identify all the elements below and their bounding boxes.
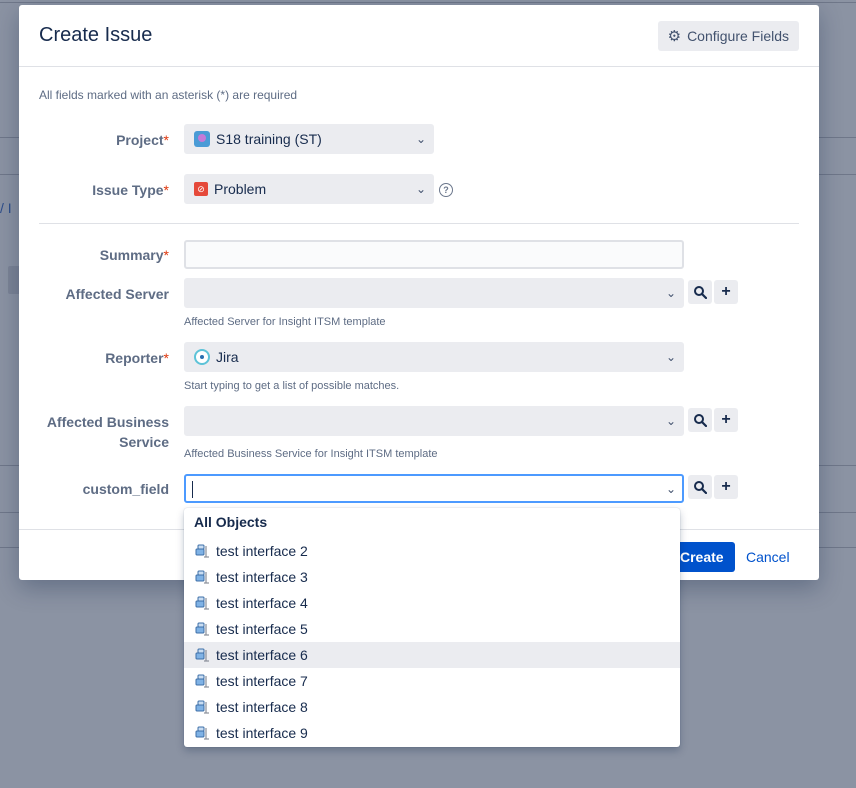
problem-issue-type-icon: ⊘ bbox=[194, 182, 208, 196]
affected-server-add-button[interactable]: + bbox=[714, 280, 738, 304]
dropdown-option-label: test interface 5 bbox=[216, 621, 308, 637]
custom-field-input[interactable]: ⌄ bbox=[184, 474, 684, 503]
dropdown-option[interactable]: test interface 4 bbox=[184, 590, 680, 616]
dialog-title: Create Issue bbox=[39, 24, 153, 46]
user-avatar-icon bbox=[194, 349, 210, 365]
required-note: All fields marked with an asterisk (*) a… bbox=[39, 88, 298, 102]
project-avatar-icon bbox=[194, 131, 210, 147]
dropdown-option-label: test interface 2 bbox=[216, 543, 308, 559]
dropdown-option-label: test interface 4 bbox=[216, 595, 308, 611]
affected-business-service-select[interactable]: ⌄ bbox=[184, 406, 684, 436]
insight-object-icon bbox=[195, 570, 209, 584]
chevron-down-icon: ⌄ bbox=[665, 286, 676, 300]
reporter-label: Reporter* bbox=[105, 350, 169, 366]
issue-type-value: Problem bbox=[214, 181, 267, 197]
issue-type-label: Issue Type* bbox=[92, 182, 169, 198]
bg-divider bbox=[0, 2, 856, 3]
help-icon[interactable]: ? bbox=[439, 183, 453, 197]
summary-input[interactable] bbox=[184, 240, 684, 269]
dropdown-option-label: test interface 8 bbox=[216, 699, 308, 715]
text-caret bbox=[192, 481, 193, 498]
dropdown-option-label: test interface 3 bbox=[216, 569, 308, 585]
insight-object-icon bbox=[195, 544, 209, 558]
dropdown-option[interactable]: test interface 2 bbox=[184, 538, 680, 564]
dropdown-option[interactable]: test interface 7 bbox=[184, 668, 680, 694]
affected-server-label: Affected Server bbox=[65, 286, 170, 302]
affected-server-select[interactable]: ⌄ bbox=[184, 278, 684, 308]
dropdown-option-label: test interface 7 bbox=[216, 673, 308, 689]
reporter-select[interactable]: Jira ⌄ bbox=[184, 342, 684, 372]
dropdown-heading: All Objects bbox=[194, 514, 268, 530]
dropdown-option[interactable]: test interface 3 bbox=[184, 564, 680, 590]
configure-fields-button[interactable]: ⚙ Configure Fields bbox=[657, 20, 799, 51]
dropdown-option-label: test interface 6 bbox=[216, 647, 308, 663]
dropdown-option-label: test interface 9 bbox=[216, 725, 308, 741]
gear-icon: ⚙ bbox=[667, 27, 682, 45]
affected-business-service-search-button[interactable] bbox=[688, 408, 712, 432]
insight-object-icon bbox=[195, 700, 209, 714]
custom-field-label: custom_field bbox=[82, 481, 169, 497]
chevron-down-icon: ⌄ bbox=[415, 182, 426, 196]
affected-business-service-label: Affected Business Service bbox=[46, 414, 169, 450]
dialog-header: Create Issue ⚙ Configure Fields bbox=[19, 5, 819, 67]
project-label: Project* bbox=[116, 132, 169, 148]
dropdown-option[interactable]: test interface 8 bbox=[184, 694, 680, 720]
project-value: S18 training (ST) bbox=[216, 131, 322, 147]
insight-object-icon bbox=[195, 726, 209, 740]
project-select[interactable]: S18 training (ST) ⌄ bbox=[184, 124, 434, 154]
plus-icon: + bbox=[721, 411, 731, 428]
custom-field-search-button[interactable] bbox=[688, 475, 712, 499]
chevron-down-icon: ⌄ bbox=[665, 481, 676, 496]
dropdown-option[interactable]: test interface 9 bbox=[184, 720, 680, 746]
affected-business-service-description: Affected Business Service for Insight IT… bbox=[184, 448, 438, 460]
insight-object-icon bbox=[195, 674, 209, 688]
plus-icon: + bbox=[721, 283, 731, 300]
affected-business-service-add-button[interactable]: + bbox=[714, 408, 738, 432]
dropdown-option[interactable]: test interface 5 bbox=[184, 616, 680, 642]
reporter-value: Jira bbox=[216, 349, 239, 365]
affected-server-search-button[interactable] bbox=[688, 280, 712, 304]
summary-label: Summary* bbox=[99, 247, 169, 263]
configure-fields-label: Configure Fields bbox=[687, 27, 789, 44]
custom-field-add-button[interactable]: + bbox=[714, 475, 738, 499]
insight-object-icon bbox=[195, 596, 209, 610]
search-icon bbox=[694, 286, 707, 299]
plus-icon: + bbox=[721, 478, 731, 495]
search-icon bbox=[694, 414, 707, 427]
affected-server-description: Affected Server for Insight ITSM templat… bbox=[184, 316, 386, 328]
reporter-description: Start typing to get a list of possible m… bbox=[184, 380, 400, 392]
insight-object-icon bbox=[195, 648, 209, 662]
chevron-down-icon: ⌄ bbox=[415, 132, 426, 146]
create-issue-dialog: Create Issue ⚙ Configure Fields All fiel… bbox=[19, 5, 819, 580]
custom-field-dropdown: All Objects test interface 2 test interfa… bbox=[184, 508, 680, 747]
cancel-button[interactable]: Cancel bbox=[746, 549, 790, 565]
dropdown-option[interactable]: test interface 6 bbox=[184, 642, 680, 668]
chevron-down-icon: ⌄ bbox=[665, 414, 676, 428]
bg-breadcrumb: / I bbox=[0, 200, 12, 216]
issue-type-select[interactable]: ⊘ Problem ⌄ bbox=[184, 174, 434, 204]
chevron-down-icon: ⌄ bbox=[665, 350, 676, 364]
section-divider bbox=[39, 223, 799, 224]
insight-object-icon bbox=[195, 622, 209, 636]
search-icon bbox=[694, 481, 707, 494]
